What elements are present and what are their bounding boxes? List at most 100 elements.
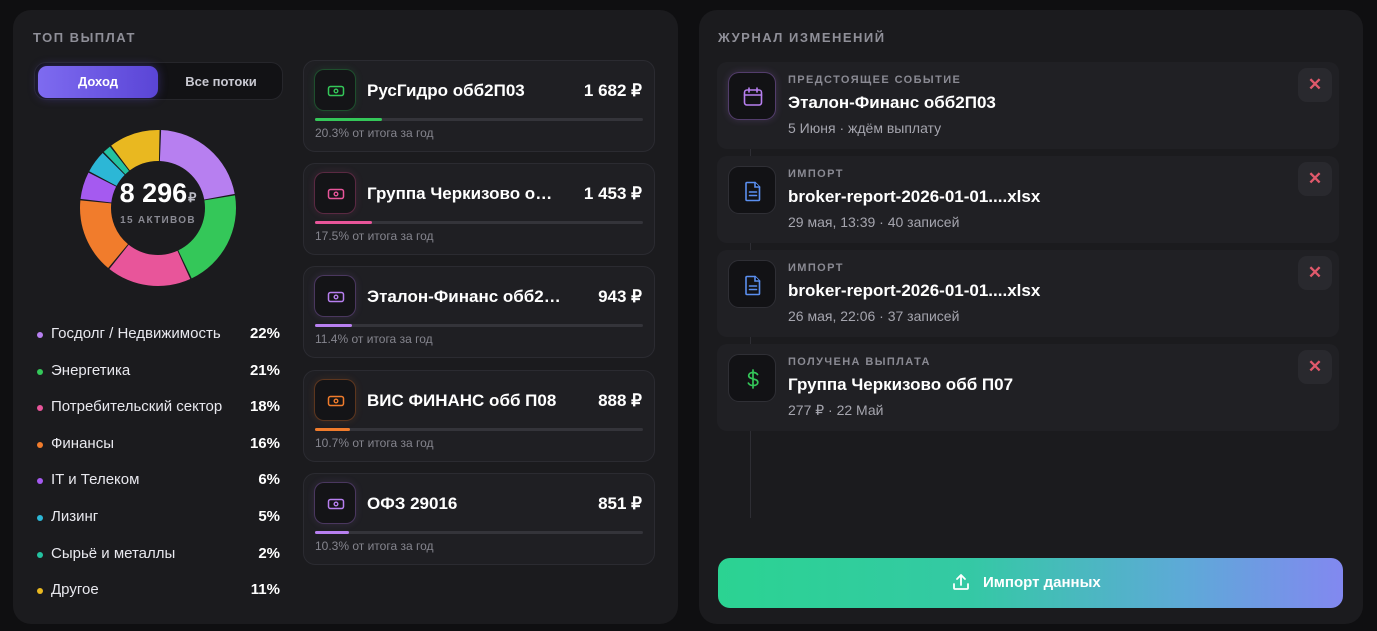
payout-name: Эталон-Финанс обб2П03 — [367, 287, 562, 306]
changelog-entry: ПОЛУЧЕНА ВЫПЛАТА Группа Черкизово обб П07… — [717, 344, 1339, 431]
changelog-entry: ИМПОРТ broker-report-2026-01-01....xlsx 29… — [717, 156, 1339, 243]
legend-percent: 16% — [249, 434, 280, 452]
toggle-income-button[interactable]: Доход — [38, 66, 158, 98]
entry-subtitle: 5 Июня · ждём выплату — [788, 120, 942, 136]
entry-type: ИМПОРТ — [788, 262, 844, 274]
entry-type: ПРЕДСТОЯЩЕЕ СОБЫТИЕ — [788, 74, 962, 86]
payout-card[interactable]: РусГидро обб2П03 1 682 ₽ 20.3% от итога за… — [303, 60, 655, 152]
payout-icon-box — [314, 379, 356, 421]
delete-entry-button[interactable]: ✕ — [1298, 162, 1332, 196]
payout-share-fill — [315, 221, 372, 224]
legend-item: Потребительский сектор 18% — [37, 398, 280, 435]
payout-card[interactable]: ОФЗ 29016 851 ₽ 10.3% от итога за год — [303, 473, 655, 565]
donut-asset-count: 15 АКТИВОВ — [120, 215, 196, 226]
payout-share-bar — [315, 118, 643, 121]
dollar-icon — [747, 369, 759, 389]
payout-share-fill — [315, 118, 382, 121]
payout-icon-box — [314, 69, 356, 111]
legend-dot — [37, 441, 43, 448]
file-icon — [745, 275, 761, 296]
payout-share-bar — [315, 531, 643, 534]
import-button-label: Импорт данных — [983, 574, 1101, 591]
payout-share-fill — [315, 428, 350, 431]
delete-entry-button[interactable]: ✕ — [1298, 68, 1332, 102]
calendar-icon — [743, 87, 763, 106]
delete-entry-button[interactable]: ✕ — [1298, 256, 1332, 290]
payout-name: ОФЗ 29016 — [367, 494, 458, 513]
legend-label: IT и Телеком — [51, 471, 140, 489]
legend-percent: 18% — [249, 398, 280, 416]
toggle-all-flows-button[interactable]: Все потоки — [161, 66, 281, 98]
delete-entry-button[interactable]: ✕ — [1298, 350, 1332, 384]
legend-label: Потребительский сектор — [51, 398, 223, 416]
payout-amount: 851 ₽ — [598, 494, 642, 513]
entry-icon-box — [728, 166, 776, 214]
payout-share-note: 11.4% от итога за год — [315, 332, 433, 346]
payout-name: Группа Черкизово обб2П02 — [367, 184, 562, 203]
legend-dot — [37, 551, 43, 558]
legend-dot — [37, 478, 43, 485]
changelog-panel: ЖУРНАЛ ИЗМЕНЕНИЙ ПРЕДСТОЯЩЕЕ СОБЫТИЕ Этал… — [699, 10, 1363, 624]
banknote-icon — [327, 85, 345, 97]
donut-currency: ₽ — [188, 190, 197, 205]
donut-total: 8 296₽ — [79, 178, 237, 209]
entry-title: Эталон-Финанс обб2П03 — [788, 93, 996, 112]
payout-card[interactable]: Группа Черкизово обб2П02 1 453 ₽ 17.5% от … — [303, 163, 655, 255]
payout-icon-box — [314, 275, 356, 317]
banknote-icon — [327, 291, 345, 303]
payout-icon-box — [314, 172, 356, 214]
banknote-icon — [327, 498, 345, 510]
payout-card[interactable]: ВИС ФИНАНС обб П08 888 ₽ 10.7% от итога за… — [303, 370, 655, 462]
import-data-button[interactable]: Импорт данных — [718, 558, 1343, 608]
payout-share-fill — [315, 324, 352, 327]
legend-percent: 2% — [258, 544, 280, 562]
legend-item: IT и Телеком 6% — [37, 471, 280, 508]
legend-item: Сырьё и металлы 2% — [37, 545, 280, 582]
changelog-entry: ИМПОРТ broker-report-2026-01-01....xlsx 26… — [717, 250, 1339, 337]
panel-title: ЖУРНАЛ ИЗМЕНЕНИЙ — [718, 30, 886, 45]
legend-dot — [37, 514, 43, 521]
payout-amount: 888 ₽ — [598, 391, 642, 410]
legend-percent: 11% — [250, 581, 280, 599]
payout-share-note: 10.3% от итога за год — [315, 539, 434, 553]
upload-icon — [953, 574, 969, 590]
payout-amount: 1 453 ₽ — [583, 184, 642, 203]
legend-item: Энергетика 21% — [37, 362, 280, 399]
top-payouts-panel: ТОП ВЫПЛАТ Доход Все потоки 8 296₽ 15 АК… — [13, 10, 678, 624]
legend-percent: 22% — [249, 325, 280, 342]
legend-item: Другое 11% — [37, 581, 280, 618]
entry-subtitle: 29 мая, 13:39 · 40 записей — [788, 214, 960, 230]
legend-dot — [37, 588, 43, 595]
entry-icon-box — [728, 72, 776, 120]
entry-type: ИМПОРТ — [788, 168, 844, 180]
income-toggle: Доход Все потоки — [34, 62, 283, 100]
panel-title: ТОП ВЫПЛАТ — [33, 30, 136, 45]
legend-dot — [37, 368, 43, 375]
entry-icon-box — [728, 260, 776, 308]
sector-legend: Госдолг / Недвижимость 22% Энергетика 21% По… — [37, 325, 280, 618]
donut-total-value: 8 296 — [119, 178, 188, 208]
entry-icon-box — [728, 354, 776, 402]
entry-type: ПОЛУЧЕНА ВЫПЛАТА — [788, 356, 931, 368]
legend-label: Лизинг — [51, 507, 99, 525]
payout-amount: 943 ₽ — [598, 287, 642, 306]
payout-share-note: 10.7% от итога за год — [315, 436, 434, 450]
legend-dot — [37, 405, 43, 412]
payout-share-bar — [315, 221, 643, 224]
entry-subtitle: 277 ₽ · 22 Май — [788, 402, 884, 418]
legend-label: Другое — [51, 581, 99, 599]
payout-card[interactable]: Эталон-Финанс обб2П03 943 ₽ 11.4% от итога… — [303, 266, 655, 358]
payout-share-note: 17.5% от итога за год — [315, 229, 434, 243]
banknote-icon — [327, 395, 345, 407]
legend-percent: 5% — [258, 507, 280, 525]
entry-title: Группа Черкизово обб П07 — [788, 375, 1014, 394]
legend-dot — [37, 332, 43, 338]
file-icon — [745, 181, 761, 202]
legend-label: Госдолг / Недвижимость — [51, 325, 221, 342]
changelog-entry: ПРЕДСТОЯЩЕЕ СОБЫТИЕ Эталон-Финанс обб2П03… — [717, 62, 1339, 149]
payout-share-note: 20.3% от итога за год — [315, 126, 434, 140]
sector-donut-chart: 8 296₽ 15 АКТИВОВ — [79, 129, 237, 287]
legend-item: Госдолг / Недвижимость 22% — [37, 325, 280, 362]
legend-item: Финансы 16% — [37, 435, 280, 472]
entry-title: broker-report-2026-01-01....xlsx — [788, 187, 1041, 206]
